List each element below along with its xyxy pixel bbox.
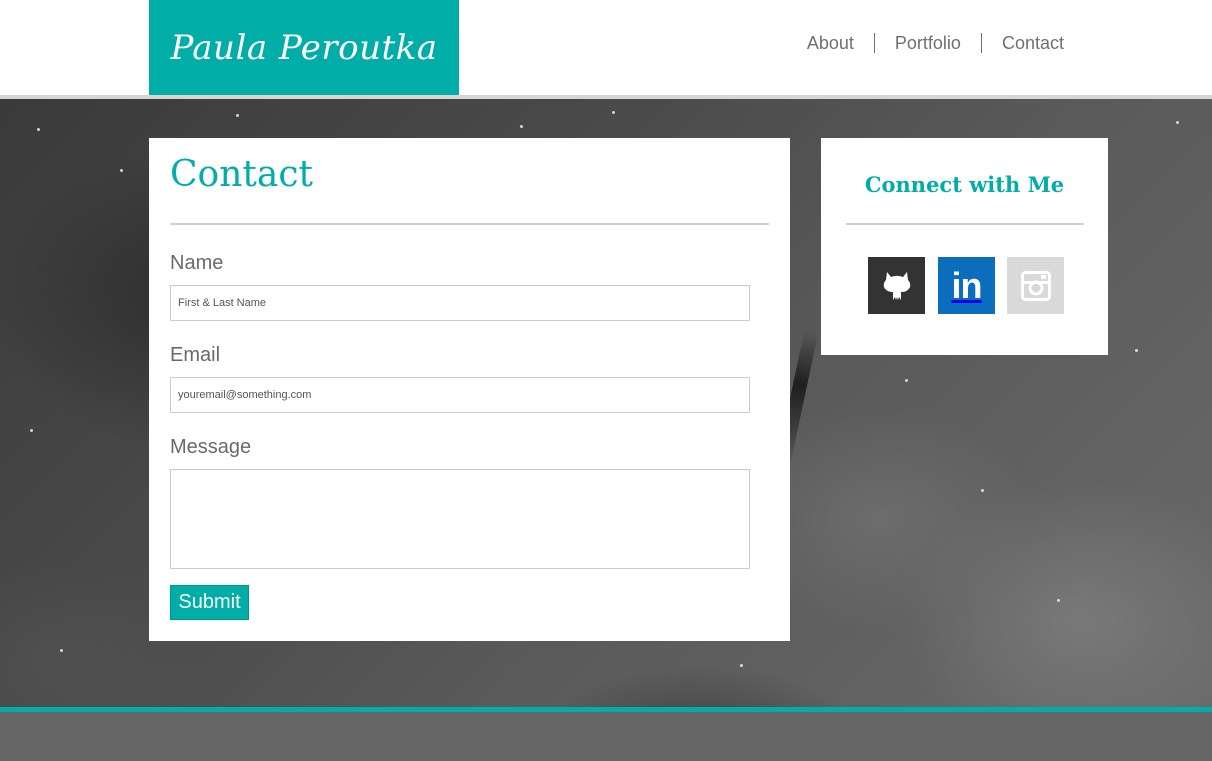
connect-title: Connect with Me — [864, 172, 1065, 197]
main-nav: About Portfolio Contact — [787, 32, 1084, 54]
stone-speck — [1057, 599, 1060, 602]
submit-button[interactable]: Submit — [170, 585, 249, 620]
site-footer — [0, 712, 1212, 761]
github-icon — [882, 269, 912, 303]
stone-speck — [612, 111, 615, 114]
instagram-icon — [1020, 270, 1051, 301]
stone-speck — [236, 114, 239, 117]
message-label: Message — [170, 436, 252, 458]
logo-text: Paula Peroutka — [170, 27, 438, 68]
connect-card: Connect with Me in — [821, 138, 1108, 355]
email-input[interactable] — [170, 377, 750, 413]
connect-divider — [846, 223, 1084, 225]
stone-speck — [120, 169, 123, 172]
email-label: Email — [170, 344, 221, 366]
message-textarea[interactable] — [170, 469, 750, 569]
name-label: Name — [170, 252, 224, 274]
stone-speck — [981, 489, 984, 492]
site-header: Paula Peroutka About Portfolio Contact — [0, 0, 1212, 95]
stone-speck — [740, 664, 743, 667]
name-input[interactable] — [170, 285, 750, 321]
instagram-link[interactable] — [1007, 257, 1064, 314]
stone-speck — [905, 379, 908, 382]
title-divider — [170, 223, 769, 225]
stone-speck — [520, 125, 523, 128]
stone-speck — [37, 128, 40, 131]
github-link[interactable] — [868, 257, 925, 314]
nav-portfolio-link[interactable]: Portfolio — [875, 32, 981, 54]
stone-speck — [60, 649, 63, 652]
nav-contact-link[interactable]: Contact — [982, 32, 1084, 54]
linkedin-icon: in — [951, 264, 983, 306]
stone-speck — [1176, 121, 1179, 124]
page-title: Contact — [170, 154, 313, 195]
stone-speck — [30, 429, 33, 432]
nav-about-link[interactable]: About — [787, 32, 874, 54]
linkedin-link[interactable]: in — [938, 257, 995, 314]
site-logo[interactable]: Paula Peroutka — [149, 0, 459, 95]
contact-card: Contact Name Email Message Submit — [149, 138, 790, 641]
stone-speck — [1135, 349, 1138, 352]
